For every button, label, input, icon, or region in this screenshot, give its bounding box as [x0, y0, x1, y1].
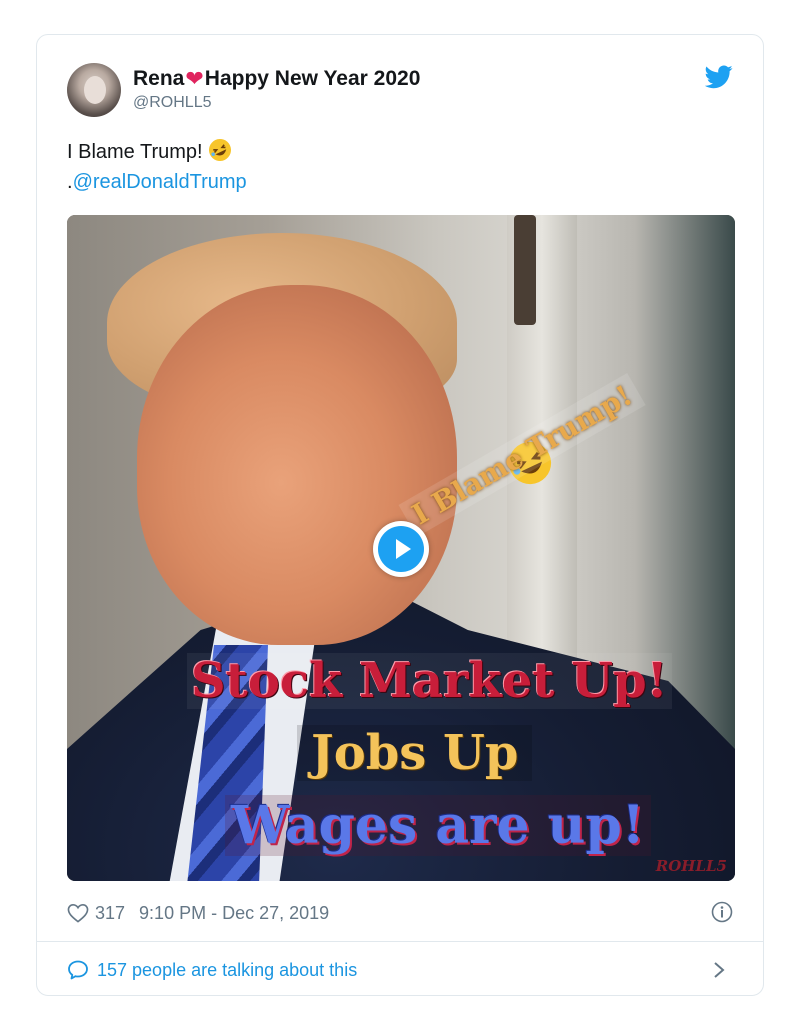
overlay-stock-text: Stock Market Up! — [187, 653, 672, 709]
watermark-text: ROHLL5 — [655, 857, 727, 875]
red-heart-icon: ❤ — [185, 66, 204, 91]
play-button[interactable] — [373, 521, 429, 577]
tweet-card: Rena ❤ Happy New Year 2020 @ROHLL5 I Bla… — [36, 34, 764, 996]
display-name[interactable]: Rena ❤ Happy New Year 2020 — [133, 67, 420, 91]
divider — [37, 941, 763, 942]
heart-outline-icon[interactable] — [67, 903, 89, 923]
twitter-bird-icon[interactable] — [705, 65, 733, 89]
info-circle-icon[interactable] — [711, 901, 733, 923]
display-name-part2: Happy New Year 2020 — [204, 67, 421, 90]
mention-link[interactable]: @realDonaldTrump — [73, 171, 247, 193]
conversation-link[interactable]: 157 people are talking about this — [67, 955, 733, 985]
like-count[interactable]: 317 — [95, 903, 125, 924]
user-handle[interactable]: @ROHLL5 — [133, 94, 420, 112]
tweet-header: Rena ❤ Happy New Year 2020 @ROHLL5 — [67, 63, 733, 119]
media-face — [137, 285, 457, 645]
talking-text: 157 people are talking about this — [97, 959, 358, 980]
overlay-wages-text: Wages are up! — [225, 795, 651, 856]
tweet-text: I Blame Trump! .@realDonaldTrump — [67, 137, 247, 197]
timestamp[interactable]: 9:10 PM - Dec 27, 2019 — [139, 903, 329, 924]
tweet-text-main: I Blame Trump! — [67, 141, 203, 163]
author-names[interactable]: Rena ❤ Happy New Year 2020 @ROHLL5 — [133, 67, 420, 112]
display-name-part1: Rena — [133, 67, 185, 90]
video-media[interactable]: I Blame Trump! Stock Market Up! Jobs Up … — [67, 215, 735, 881]
avatar-face — [84, 76, 106, 104]
play-icon — [396, 539, 411, 559]
tweet-text-line2: .@realDonaldTrump — [67, 167, 247, 197]
speech-bubble-icon — [68, 960, 88, 980]
avatar[interactable] — [67, 63, 121, 117]
rofl-emoji-icon — [209, 139, 232, 161]
tweet-text-line1: I Blame Trump! — [67, 137, 247, 167]
media-door-handle — [514, 215, 536, 325]
tweet-meta: 317 9:10 PM - Dec 27, 2019 — [67, 899, 733, 927]
chevron-right-icon[interactable] — [713, 961, 725, 979]
overlay-jobs-text: Jobs Up — [297, 725, 533, 781]
play-button-circle — [378, 526, 424, 572]
